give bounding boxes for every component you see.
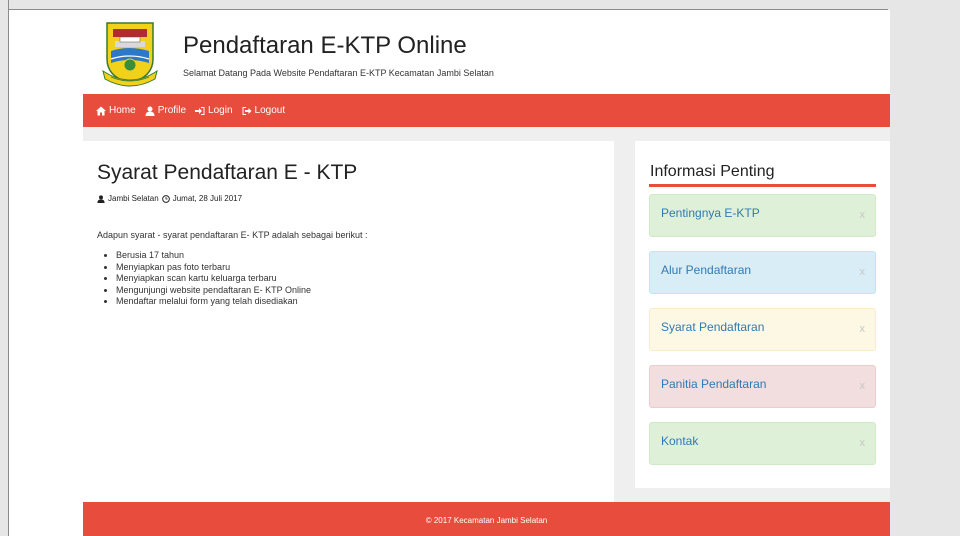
nav-profile-link[interactable]: Profile xyxy=(145,105,186,116)
list-item: Mengunjungi website pendaftaran E- KTP O… xyxy=(116,285,311,297)
nav-login-link[interactable]: Login xyxy=(195,105,233,116)
info-item-pentingnya-ektp[interactable]: Pentingnya E-KTP x xyxy=(649,194,876,237)
footer-copyright: © 2017 Kecamatan Jambi Selatan xyxy=(425,516,548,525)
nav-home-link[interactable]: Home xyxy=(96,105,136,116)
nav-login-label: Login xyxy=(208,105,233,116)
site-header: Pendaftaran E-KTP Online Selamat Datang … xyxy=(83,10,890,94)
user-icon xyxy=(97,194,105,203)
article-date: Jumat, 28 Juli 2017 xyxy=(172,194,243,203)
info-item-label: Pentingnya E-KTP xyxy=(661,206,760,220)
close-icon[interactable]: x xyxy=(860,323,866,335)
close-icon[interactable]: x xyxy=(860,209,866,221)
jambi-crest-logo xyxy=(101,19,159,89)
article-title: Syarat Pendaftaran E - KTP xyxy=(97,161,358,184)
article-author: Jambi Selatan xyxy=(108,194,159,203)
login-icon xyxy=(195,106,205,115)
site-subtitle: Selamat Datang Pada Website Pendaftaran … xyxy=(183,68,494,78)
nav-logout-label: Logout xyxy=(254,105,286,116)
list-item: Berusia 17 tahun xyxy=(116,250,311,262)
list-item: Mendaftar melalui form yang telah disedi… xyxy=(116,296,311,308)
article-intro: Adapun syarat - syarat pendaftaran E- KT… xyxy=(97,230,368,240)
info-item-label: Kontak xyxy=(661,434,699,448)
clock-icon xyxy=(161,194,170,203)
requirements-list: Berusia 17 tahun Menyiapkan pas foto ter… xyxy=(116,250,311,308)
list-item: Menyiapkan pas foto terbaru xyxy=(116,262,311,274)
site-title: Pendaftaran E-KTP Online xyxy=(183,32,467,59)
info-item-kontak[interactable]: Kontak x xyxy=(649,422,876,465)
sidebar-divider xyxy=(649,184,876,187)
close-icon[interactable]: x xyxy=(860,380,866,392)
logout-icon xyxy=(242,106,252,115)
user-icon xyxy=(145,106,155,116)
close-icon[interactable]: x xyxy=(860,266,866,278)
info-sidebar: Informasi Penting Pentingnya E-KTP x Alu… xyxy=(635,141,890,488)
info-item-label: Alur Pendaftaran xyxy=(661,263,752,277)
close-icon[interactable]: x xyxy=(860,437,866,449)
info-item-syarat-pendaftaran[interactable]: Syarat Pendaftaran x xyxy=(649,308,876,351)
sidebar-title: Informasi Penting xyxy=(650,163,775,180)
site-footer: © 2017 Kecamatan Jambi Selatan xyxy=(83,502,890,536)
info-item-panitia-pendaftaran[interactable]: Panitia Pendaftaran x xyxy=(649,365,876,408)
nav-home-label: Home xyxy=(109,105,136,116)
main-navbar: Home Profile Login Logout xyxy=(83,94,890,127)
info-item-label: Panitia Pendaftaran xyxy=(661,377,767,391)
article-meta: Jambi Selatan Jumat, 28 Juli 2017 xyxy=(97,194,242,203)
nav-logout-link[interactable]: Logout xyxy=(242,105,286,116)
home-icon xyxy=(96,106,106,115)
info-item-alur-pendaftaran[interactable]: Alur Pendaftaran x xyxy=(649,251,876,294)
info-item-label: Syarat Pendaftaran xyxy=(661,320,765,334)
article-panel: Syarat Pendaftaran E - KTP Jambi Selatan… xyxy=(83,141,614,502)
nav-profile-label: Profile xyxy=(157,105,187,116)
list-item: Menyiapkan scan kartu keluarga terbaru xyxy=(116,273,311,285)
